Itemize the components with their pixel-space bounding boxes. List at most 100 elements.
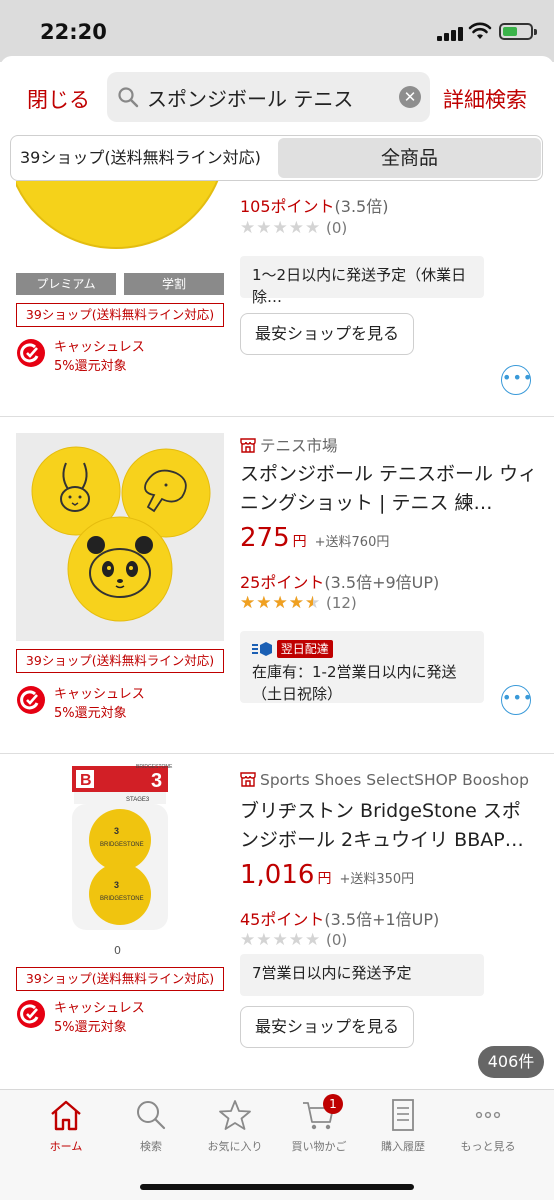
package-brand: BRIDGESTONE bbox=[136, 764, 173, 770]
home-indicator bbox=[140, 1184, 414, 1190]
tab-label: もっと見る bbox=[460, 1140, 516, 1153]
svg-text:BRIDGESTONE: BRIDGESTONE bbox=[100, 896, 144, 902]
tab-favorites[interactable]: お気に入り bbox=[193, 1098, 277, 1158]
next-day-badge: 翌日配達 bbox=[276, 640, 333, 658]
badge-39shop: 39ショップ(送料無料ライン対応) bbox=[16, 649, 224, 673]
product-list: プレミアム 学割 39ショップ(送料無料ライン対応) キャッシュレス 5%還元対… bbox=[0, 181, 554, 1089]
more-options-button[interactable]: ••• bbox=[501, 365, 532, 395]
compare-shops-button[interactable]: 最安ショップを見る bbox=[240, 1006, 415, 1048]
rating-stars: ★★★★★★★★★★ bbox=[240, 218, 322, 238]
price: 275 円 +送料760円 bbox=[240, 523, 389, 553]
price-yen: 円 bbox=[292, 534, 307, 550]
points: 25ポイント(3.5倍+9倍UP) bbox=[240, 569, 439, 593]
tab-cart[interactable]: 1 買い物かご bbox=[277, 1094, 361, 1158]
shipping-info: 1〜2日以内に発送予定（休業日除… bbox=[240, 256, 484, 306]
shipping-info: 7営業日以内に発送予定 bbox=[240, 954, 484, 996]
product-image[interactable]: B 3 BRIDGESTONE STAGE3 3 3 BRIDGESTONE B… bbox=[16, 762, 224, 952]
tag-premium: プレミアム bbox=[16, 273, 116, 295]
search-icon bbox=[137, 1101, 166, 1130]
cashless-rate: 5%還元対象 bbox=[54, 359, 127, 374]
compare-shops-button[interactable]: 最安ショップを見る bbox=[240, 313, 415, 355]
cashless-badge: キャッシュレス 5%還元対象 bbox=[16, 336, 224, 376]
points-multiplier: (3.5倍+9倍UP) bbox=[324, 573, 440, 592]
product-title[interactable]: ブリヂストン BridgeStone スポンジボール 2キュウイリ BBAP… bbox=[240, 797, 538, 855]
tab-label: お気に入り bbox=[207, 1140, 263, 1153]
shop-name[interactable]: テニス市場 bbox=[240, 434, 338, 456]
tab-home[interactable]: ホーム bbox=[24, 1098, 108, 1158]
cart-count-badge: 1 bbox=[323, 1094, 343, 1114]
rating: ★★★★★★★★★★ (12) bbox=[240, 593, 357, 613]
review-count: (0) bbox=[325, 931, 348, 949]
delivery-box-icon bbox=[252, 642, 272, 656]
badge-39shop: 39ショップ(送料無料ライン対応) bbox=[16, 303, 224, 327]
search-box[interactable]: ✕ bbox=[107, 72, 430, 122]
rating: ★★★★★★★★★★ (0) bbox=[240, 930, 347, 950]
points-value: 105ポイント bbox=[240, 197, 335, 216]
star-icon bbox=[219, 1100, 251, 1130]
rating-stars: ★★★★★★★★★★ bbox=[240, 930, 322, 950]
product-item[interactable]: 39ショップ(送料無料ライン対応) キャッシュレス 5%還元対象 テニス市場 ス… bbox=[0, 417, 554, 753]
page: 22:20 閉じる ✕ 詳細検索 39ショップ(送料無料ライン対応) 全商品 bbox=[0, 0, 554, 1200]
shop-label: Sports Shoes SelectSHOP Booshop bbox=[260, 771, 529, 789]
product-item[interactable]: B 3 BRIDGESTONE STAGE3 3 3 BRIDGESTONE B… bbox=[0, 754, 554, 1089]
shipping-fee: +送料350円 bbox=[339, 872, 415, 887]
product-title[interactable]: スポンジボール テニスボール ウィニングショット | テニス 練… bbox=[240, 460, 538, 518]
tab-history[interactable]: 購入履歴 bbox=[361, 1098, 445, 1158]
product-image[interactable] bbox=[16, 181, 224, 271]
cashless-label: キャッシュレス bbox=[54, 340, 145, 355]
search-icon bbox=[118, 87, 139, 108]
price-value: 275 bbox=[240, 523, 290, 553]
price: 1,016 円 +送料350円 bbox=[240, 860, 414, 890]
tab-search[interactable]: 検索 bbox=[109, 1098, 193, 1158]
tab-label: 購入履歴 bbox=[381, 1140, 425, 1153]
review-count: (0) bbox=[325, 219, 348, 237]
item-tags: プレミアム 学割 bbox=[16, 273, 224, 295]
cashless-rate: 5%還元対象 bbox=[54, 1020, 127, 1035]
advanced-search-button[interactable]: 詳細検索 bbox=[443, 84, 527, 114]
cashless-badge: キャッシュレス 5%還元対象 bbox=[16, 683, 224, 723]
points: 105ポイント(3.5倍) bbox=[240, 193, 388, 217]
svg-text:3: 3 bbox=[114, 826, 119, 836]
points-value: 25ポイント bbox=[240, 573, 325, 592]
tab-more[interactable]: もっと見る bbox=[446, 1098, 530, 1158]
close-button[interactable]: 閉じる bbox=[27, 84, 90, 114]
more-options-button[interactable]: ••• bbox=[501, 685, 532, 715]
shipping-info: 翌日配達 在庫有：1-2営業日以内に発送（土日祝除） bbox=[240, 631, 484, 703]
points-multiplier: (3.5倍+1倍UP) bbox=[324, 910, 440, 929]
tab-label: 買い物かご bbox=[291, 1140, 347, 1153]
more-icon bbox=[475, 1111, 501, 1119]
signal-icon bbox=[437, 25, 463, 41]
cashless-label: キャッシュレス bbox=[54, 687, 145, 702]
segment-all-products[interactable]: 全商品 bbox=[278, 138, 541, 178]
history-icon bbox=[392, 1099, 414, 1131]
tab-label: 検索 bbox=[140, 1140, 162, 1153]
clear-search-button[interactable]: ✕ bbox=[399, 86, 421, 108]
cashless-icon bbox=[17, 1000, 45, 1028]
shop-label: テニス市場 bbox=[260, 437, 338, 455]
result-count: 406件 bbox=[478, 1046, 544, 1078]
points: 45ポイント(3.5倍+1倍UP) bbox=[240, 906, 439, 930]
cashless-label: キャッシュレス bbox=[54, 1001, 145, 1016]
segment-39shop[interactable]: 39ショップ(送料無料ライン対応) bbox=[11, 136, 277, 180]
product-item[interactable]: プレミアム 学割 39ショップ(送料無料ライン対応) キャッシュレス 5%還元対… bbox=[0, 181, 554, 416]
review-count: (12) bbox=[325, 594, 357, 612]
shop-icon bbox=[240, 772, 256, 787]
shop-name[interactable]: Sports Shoes SelectSHOP Booshop bbox=[240, 771, 529, 789]
price-yen: 円 bbox=[317, 871, 332, 887]
shipping-fee: +送料760円 bbox=[314, 535, 390, 550]
tag-student: 学割 bbox=[124, 273, 224, 295]
battery-icon bbox=[499, 23, 537, 40]
search-input[interactable] bbox=[147, 80, 397, 114]
product-image[interactable] bbox=[16, 433, 224, 641]
price-value: 1,016 bbox=[240, 860, 315, 890]
svg-text:3: 3 bbox=[114, 880, 119, 890]
points-value: 45ポイント bbox=[240, 910, 325, 929]
search-header: 閉じる ✕ 詳細検索 bbox=[0, 62, 554, 132]
shipping-text: 7営業日以内に発送予定 bbox=[252, 964, 412, 982]
cashless-icon bbox=[17, 686, 45, 714]
cashless-icon bbox=[17, 339, 45, 367]
status-bar: 22:20 bbox=[0, 0, 554, 56]
points-multiplier: (3.5倍) bbox=[334, 197, 389, 216]
cashless-badge: キャッシュレス 5%還元対象 bbox=[16, 997, 224, 1037]
wifi-icon bbox=[468, 22, 492, 39]
